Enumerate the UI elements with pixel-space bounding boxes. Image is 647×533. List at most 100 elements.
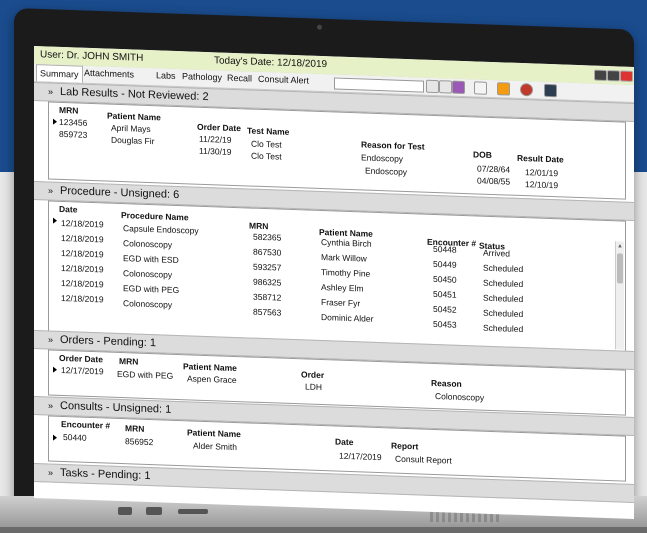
column-header[interactable]: Date (59, 204, 77, 215)
column-header[interactable]: Report (391, 440, 418, 451)
column-header[interactable]: Order Date (59, 353, 103, 365)
alert-icon[interactable] (520, 82, 533, 97)
lab-icon[interactable] (474, 81, 487, 95)
cell: Scheduled (483, 292, 524, 305)
cell: Endoscopy (361, 152, 404, 164)
procedure-table: Date Procedure Name MRN Patient Name Enc… (48, 200, 626, 353)
cell: 12/01/19 (525, 167, 559, 179)
cell: Scheduled (483, 277, 524, 290)
column-header[interactable]: Reason (431, 378, 462, 389)
close-icon[interactable] (620, 70, 633, 82)
column-header[interactable]: MRN (59, 105, 78, 116)
print-icon[interactable] (426, 79, 439, 94)
maximize-icon[interactable] (607, 70, 620, 82)
cell: EGD with PEG (123, 283, 180, 296)
column-header[interactable]: Procedure Name (121, 210, 189, 222)
column-header[interactable]: Result Date (517, 153, 564, 165)
tab-pathology[interactable]: Pathology (182, 71, 222, 82)
chevron-down-icon: » (48, 185, 54, 196)
tasks-title: Tasks - Pending: 1 (60, 466, 151, 483)
tab-recall[interactable]: Recall (227, 73, 252, 84)
column-header[interactable]: Reason for Test (361, 139, 425, 151)
cell: EGD with ESD (123, 253, 179, 266)
folder-icon[interactable] (497, 82, 510, 96)
column-header[interactable]: MRN (125, 423, 144, 434)
cell: 50452 (433, 303, 457, 315)
column-header[interactable]: Patient Name (187, 427, 241, 439)
todays-date: Today's Date: 12/18/2019 (214, 55, 328, 71)
cell: 12/18/2019 (61, 262, 104, 275)
row-selector-icon (53, 118, 57, 125)
current-user: User: Dr. JOHN SMITH (40, 49, 144, 64)
cell: 12/10/19 (525, 179, 559, 191)
row-selector-icon (53, 217, 57, 224)
search-input[interactable] (334, 77, 424, 93)
cell: 50451 (433, 288, 457, 300)
cell: Douglas Fir (111, 134, 155, 147)
cell: Ashley Elm (321, 282, 364, 294)
scrollbar[interactable]: ▲ (615, 241, 624, 350)
column-header[interactable]: Order Date (197, 122, 241, 134)
cell: 856952 (125, 436, 154, 448)
tab-consult-alert[interactable]: Consult Alert (258, 74, 309, 86)
chevron-down-icon: » (48, 400, 54, 411)
cell: Aspen Grace (187, 373, 237, 386)
tab-attachments[interactable]: Attachments (84, 68, 134, 80)
column-header[interactable]: Patient Name (183, 361, 237, 373)
cell: 50453 (433, 318, 457, 330)
cell: 11/30/19 (199, 145, 232, 157)
scroll-up-icon[interactable]: ▲ (617, 243, 623, 249)
minimize-icon[interactable] (594, 69, 607, 82)
copy-icon[interactable] (439, 80, 452, 94)
column-header[interactable]: MRN (249, 221, 268, 232)
cell: 859723 (59, 128, 88, 140)
column-header[interactable]: MRN (119, 356, 138, 367)
column-header[interactable]: Patient Name (107, 111, 161, 123)
cell: LDH (305, 381, 323, 393)
cell: Capsule Endoscopy (123, 223, 199, 236)
app-window: User: Dr. JOHN SMITH Today's Date: 12/18… (34, 46, 634, 519)
chevron-down-icon: » (48, 467, 54, 478)
column-header[interactable]: DOB (473, 149, 492, 160)
cell: 12/18/2019 (61, 277, 104, 290)
cell: Colonoscopy (123, 298, 173, 310)
column-header[interactable]: Encounter # (61, 419, 110, 431)
procedure-title: Procedure - Unsigned: 6 (60, 184, 180, 202)
cell: Scheduled (483, 322, 524, 335)
cell: 07/28/64 (477, 163, 511, 175)
cell: 857563 (253, 306, 282, 318)
cell: Scheduled (483, 262, 524, 275)
row-selector-icon (53, 434, 57, 441)
chevron-down-icon: » (48, 334, 54, 345)
cell: 12/18/2019 (61, 217, 104, 230)
user-icon[interactable] (544, 83, 557, 98)
cell: 12/17/2019 (61, 364, 104, 377)
scroll-thumb[interactable] (617, 253, 623, 284)
cell: Clo Test (251, 138, 282, 150)
cell: April Mays (111, 122, 151, 135)
row-selector-icon (53, 366, 57, 373)
cell: Clo Test (251, 150, 282, 162)
cell: Colonoscopy (435, 391, 485, 403)
column-header[interactable]: Order (301, 369, 324, 380)
cell: 50440 (63, 432, 87, 443)
column-header[interactable]: Date (335, 437, 353, 448)
cell: Timothy Pine (321, 267, 371, 279)
cell: Arrived (483, 247, 510, 259)
laptop-base-shadow (0, 527, 647, 533)
cell: 12/18/2019 (61, 247, 104, 260)
usb-port-icon (118, 507, 132, 515)
cell: 12/17/2019 (339, 450, 382, 463)
cell: 582365 (253, 231, 282, 243)
tab-summary[interactable]: Summary (36, 64, 83, 83)
calendar-icon[interactable] (452, 80, 465, 95)
usb-port-icon (146, 507, 162, 515)
tab-labs[interactable]: Labs (156, 70, 176, 81)
consults-title: Consults - Unsigned: 1 (60, 399, 172, 416)
chevron-down-icon: » (48, 86, 54, 97)
cell: 123456 (59, 116, 88, 128)
cell: Mark Willow (321, 252, 367, 264)
column-header[interactable]: Test Name (247, 125, 289, 136)
cell: Cynthia Birch (321, 237, 372, 249)
cell: Dominic Alder (321, 312, 374, 324)
